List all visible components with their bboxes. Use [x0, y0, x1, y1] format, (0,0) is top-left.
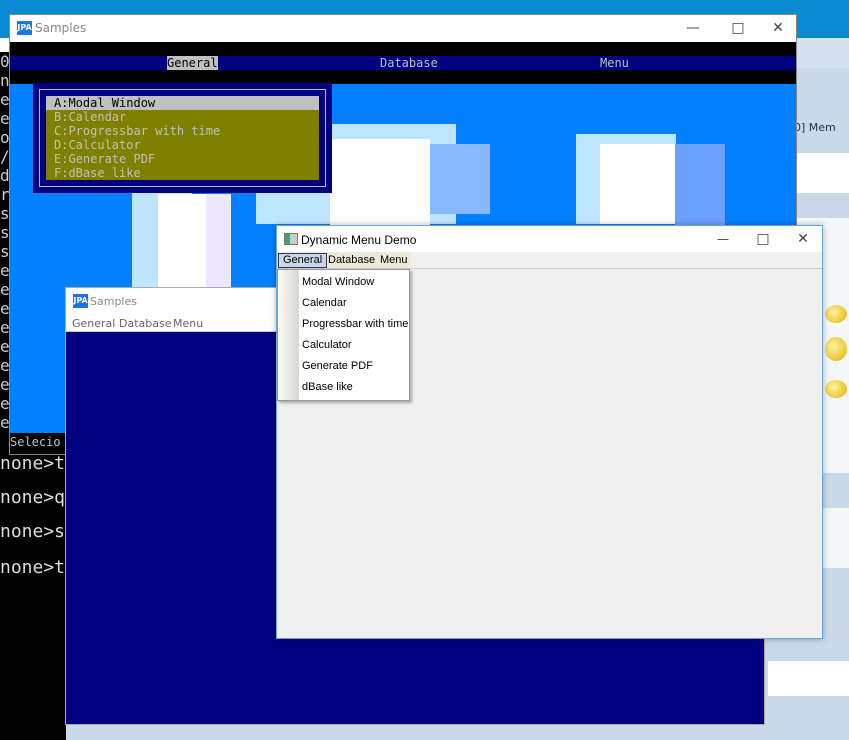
console-menu-bar: General Database Menu: [10, 56, 796, 70]
menu-item-calculator[interactable]: Calculator: [278, 335, 409, 356]
general-dropdown: Modal Window Calendar Progressbar with t…: [277, 269, 410, 401]
maximize-button[interactable]: □: [718, 15, 758, 42]
console-menu-item[interactable]: D:Calculator: [46, 138, 319, 152]
menu-item-generate-pdf[interactable]: Generate PDF: [278, 356, 409, 377]
app-logo-icon: JPA: [17, 21, 32, 35]
minimize-button[interactable]: —: [673, 15, 713, 42]
menu-general[interactable]: General: [278, 253, 328, 268]
menu-general[interactable]: General: [72, 317, 115, 330]
emoticon-icon: [825, 305, 847, 323]
console-menu-item[interactable]: B:Calendar: [46, 110, 319, 124]
window-title: Samples: [35, 21, 87, 35]
close-button[interactable]: ✕: [758, 15, 798, 42]
console-menu-item[interactable]: C:Progressbar with time: [46, 124, 319, 138]
maximize-button[interactable]: □: [743, 226, 783, 253]
menu-item-modal-window[interactable]: Modal Window: [278, 272, 409, 293]
console-menu-item[interactable]: F:dBase like: [46, 166, 319, 180]
app-icon: [284, 233, 298, 245]
menu-bar: General Database Menu: [277, 252, 822, 269]
menu-database[interactable]: Database: [328, 254, 375, 266]
menu-menu[interactable]: Menu: [600, 56, 629, 70]
console-dropdown: A:Modal Window B:Calendar C:Progressbar …: [33, 83, 332, 193]
app-logo-icon: JPA: [73, 294, 88, 308]
terminal-line: none>q: [0, 487, 66, 508]
dynamic-menu-window: Dynamic Menu Demo — □ ✕ General Database…: [276, 225, 823, 639]
menu-menu[interactable]: Menu: [380, 254, 408, 266]
menu-menu[interactable]: Menu: [173, 317, 203, 330]
menu-item-progressbar[interactable]: Progressbar with time: [278, 314, 409, 335]
window-title: Samples: [90, 295, 137, 308]
minimize-button[interactable]: —: [703, 226, 743, 253]
console-status-text: Selecio: [10, 435, 61, 449]
title-bar: JPA Samples — □ ✕: [10, 15, 796, 42]
menu-general[interactable]: General: [167, 56, 218, 70]
window-title: Dynamic Menu Demo: [301, 233, 417, 247]
emoticon-icon: [825, 337, 847, 361]
console-menu-item[interactable]: E:Generate PDF: [46, 152, 319, 166]
menu-database[interactable]: Database: [380, 56, 438, 70]
menu-item-dbase-like[interactable]: dBase like: [278, 377, 409, 398]
console-menu-item[interactable]: A:Modal Window: [46, 96, 319, 110]
close-button[interactable]: ✕: [783, 226, 823, 253]
menu-item-calendar[interactable]: Calendar: [278, 293, 409, 314]
emoticon-icon: [825, 380, 847, 398]
members-link[interactable]: 0] Mem: [794, 121, 836, 134]
menu-database[interactable]: Database: [119, 317, 172, 330]
